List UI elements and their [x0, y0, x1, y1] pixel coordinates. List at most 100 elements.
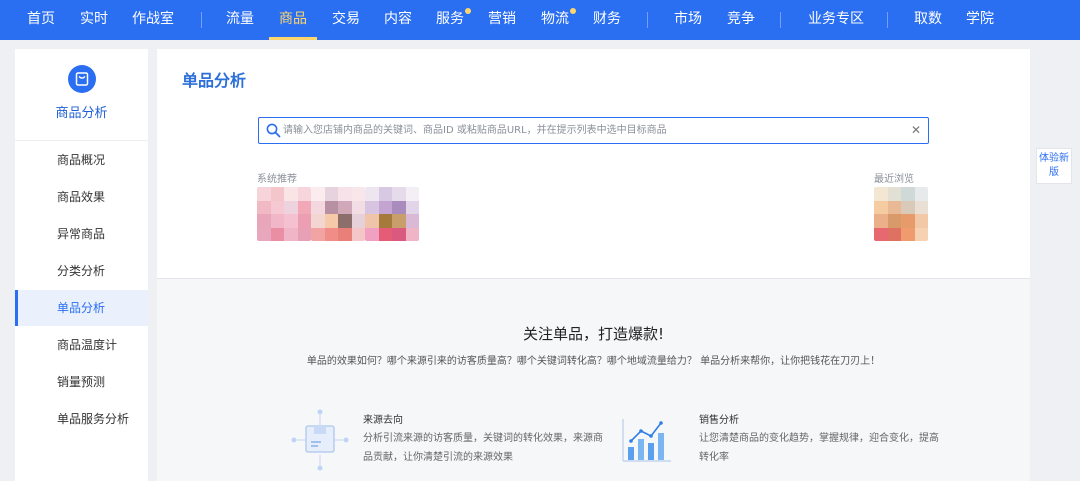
thumbnail-pixel — [257, 187, 271, 201]
product-thumbnail[interactable] — [257, 187, 311, 241]
top-navigation-bar: 首页 实时 作战室 流量 商品 交易 内容 服务 营销 物流 财务 市场 竞争 … — [0, 0, 1080, 40]
nav-tab-trade[interactable]: 交易 — [332, 0, 360, 40]
thumbnail-pixel — [392, 227, 406, 241]
nav-tab-marketing[interactable]: 营销 — [488, 0, 516, 40]
main-panel: 单品分析 ✕ 系统推荐 最近浏览 关注单品，打造爆款! 单品的效果如何？哪个来源… — [157, 49, 1030, 481]
sales-chart-icon — [622, 419, 671, 462]
nav-tab-home[interactable]: 首页 — [27, 0, 55, 40]
thumbnail-pixel — [405, 187, 419, 201]
source-box-icon — [291, 409, 349, 471]
feature-title: 来源去向 — [363, 415, 403, 426]
thumbnail-pixel — [365, 227, 379, 241]
sidebar-item-category-analysis[interactable]: 分类分析 — [15, 253, 148, 289]
promo-subtitle: 单品的效果如何？哪个来源引来的访客质量高？哪个关键词转化高？哪个地域流量给力？ … — [306, 356, 881, 367]
nav-tab-academy[interactable]: 学院 — [966, 0, 994, 40]
thumbnail-pixel — [914, 214, 928, 228]
thumbnail-pixel — [351, 187, 365, 201]
sidebar-item-sales-forecast[interactable]: 销量预测 — [15, 364, 148, 400]
thumbnail-pixel — [257, 227, 271, 241]
nav-divider — [780, 12, 781, 28]
thumbnail-pixel — [257, 214, 271, 228]
product-thumbnail[interactable] — [874, 187, 928, 241]
sidebar-item-label: 商品温度计 — [57, 338, 118, 352]
thumbnail-pixel — [311, 187, 325, 201]
nav-tab-label: 首页 — [27, 11, 55, 27]
new-dot-icon — [570, 8, 576, 14]
sidebar: 商品分析 商品概况 商品效果 异常商品 分类分析 单品分析 商品温度计 销量预测… — [15, 49, 148, 481]
nav-tab-traffic[interactable]: 流量 — [226, 0, 254, 40]
nav-tab-content[interactable]: 内容 — [384, 0, 412, 40]
nav-divider — [201, 12, 202, 28]
nav-tab-realtime[interactable]: 实时 — [80, 0, 108, 40]
nav-tab-data-fetch[interactable]: 取数 — [914, 0, 942, 40]
thumbnail-pixel — [887, 227, 902, 241]
nav-tab-label: 商品 — [279, 11, 307, 27]
recent-viewed-label: 最近浏览 — [874, 174, 914, 185]
nav-tab-label: 取数 — [914, 11, 942, 27]
thumbnail-pixel — [405, 214, 419, 228]
try-new-version-button[interactable]: 体验新版 — [1036, 148, 1072, 184]
nav-tab-product[interactable]: 商品 — [269, 0, 317, 40]
nav-tab-label: 流量 — [226, 11, 254, 27]
sidebar-item-product-service-analysis[interactable]: 单品服务分析 — [15, 401, 148, 437]
nav-tab-label: 交易 — [332, 11, 360, 27]
thumbnail-pixel — [270, 200, 285, 215]
feature-description: 让您清楚商品的变化趋势，掌握规律，迎合变化，提高转化率 — [699, 433, 939, 463]
nav-tab-label: 内容 — [384, 11, 412, 27]
thumbnail-pixel — [914, 227, 928, 241]
thumbnail-pixel — [297, 227, 311, 241]
new-dot-icon — [465, 8, 471, 14]
thumbnail-pixel — [874, 227, 888, 241]
nav-tab-war-room[interactable]: 作战室 — [132, 0, 174, 40]
nav-tab-label: 业务专区 — [808, 11, 864, 27]
promo-title: 关注单品，打造爆款! — [522, 325, 664, 343]
thumbnail-pixel — [311, 200, 325, 215]
thumbnail-pixel — [914, 200, 928, 215]
sidebar-item-single-product-analysis[interactable]: 单品分析 — [15, 290, 148, 326]
thumbnail-pixel — [270, 227, 285, 241]
search-input[interactable] — [283, 121, 903, 140]
thumbnail-pixel — [887, 187, 902, 201]
search-icon[interactable] — [266, 123, 281, 138]
thumbnail-pixel — [351, 227, 365, 241]
promo-section: 关注单品，打造爆款! 单品的效果如何？哪个来源引来的访客质量高？哪个关键词转化高… — [157, 279, 1030, 481]
nav-tab-finance[interactable]: 财务 — [593, 0, 621, 40]
sidebar-item-product-overview[interactable]: 商品概况 — [15, 142, 148, 178]
sidebar-item-abnormal-products[interactable]: 异常商品 — [15, 216, 148, 252]
nav-tab-label: 学院 — [966, 11, 994, 27]
sidebar-item-product-effect[interactable]: 商品效果 — [15, 179, 148, 215]
thumbnail-pixel — [901, 227, 915, 241]
thumbnail-pixel — [324, 187, 339, 201]
product-thumbnail[interactable] — [365, 187, 419, 241]
thumbnail-pixel — [887, 214, 902, 228]
product-analysis-icon — [68, 65, 96, 93]
thumbnail-pixel — [365, 200, 379, 215]
sidebar-item-label: 异常商品 — [57, 227, 106, 241]
thumbnail-pixel — [338, 200, 352, 215]
thumbnail-pixel — [378, 227, 393, 241]
product-thumbnail[interactable] — [311, 187, 365, 241]
sidebar-item-label: 分类分析 — [57, 264, 106, 278]
thumbnail-pixel — [378, 187, 393, 201]
thumbnail-pixel — [887, 200, 902, 215]
nav-tab-competition[interactable]: 竞争 — [727, 0, 755, 40]
feature-title: 销售分析 — [699, 415, 739, 426]
nav-tab-label: 营销 — [488, 11, 516, 27]
nav-tab-label: 财务 — [593, 11, 621, 27]
nav-divider — [647, 12, 648, 28]
nav-tab-market[interactable]: 市场 — [674, 0, 702, 40]
nav-tab-business-zone[interactable]: 业务专区 — [808, 0, 864, 40]
thumbnail-pixel — [351, 200, 365, 215]
sidebar-item-product-thermometer[interactable]: 商品温度计 — [15, 327, 148, 363]
nav-tab-service[interactable]: 服务 — [436, 0, 471, 40]
product-search-box: ✕ — [258, 117, 929, 144]
thumbnail-pixel — [257, 200, 271, 215]
thumbnail-pixel — [874, 187, 888, 201]
thumbnail-pixel — [324, 214, 339, 228]
thumbnail-pixel — [874, 214, 888, 228]
sidebar-item-label: 商品概况 — [57, 153, 106, 167]
thumbnail-pixel — [392, 200, 406, 215]
page-title: 单品分析 — [182, 71, 247, 90]
clear-icon[interactable]: ✕ — [911, 123, 921, 138]
nav-tab-logistics[interactable]: 物流 — [541, 0, 576, 40]
